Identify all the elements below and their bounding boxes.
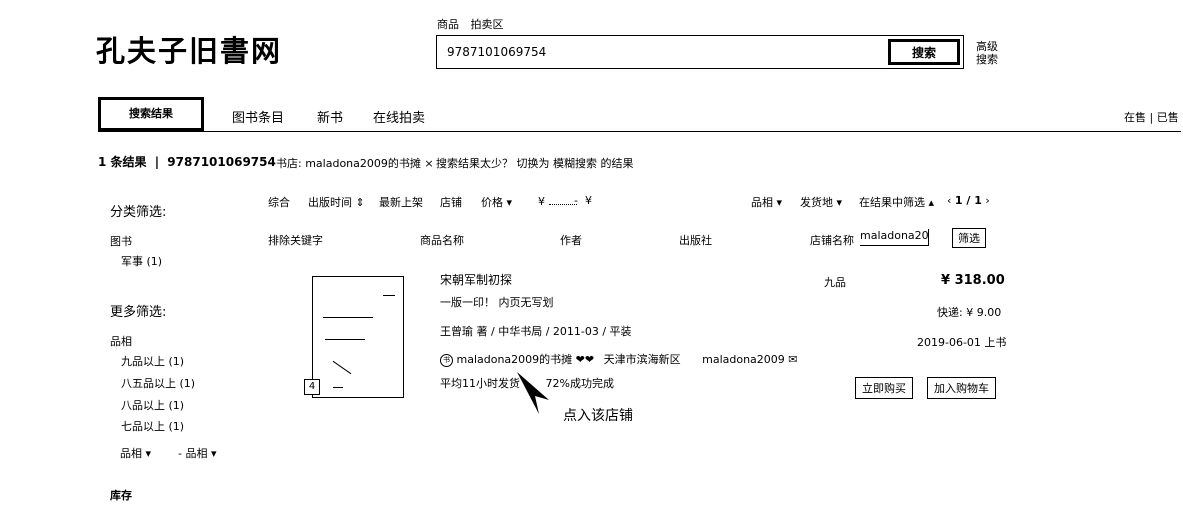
category-filter-title: 分类筛选: bbox=[110, 205, 167, 220]
result-query: 9787101069754 bbox=[167, 155, 276, 169]
book-thumbnail[interactable] bbox=[312, 276, 404, 398]
filter-within-results[interactable]: 在结果中筛选 ▴ bbox=[859, 194, 934, 210]
store-name-input[interactable]: maladona200 bbox=[860, 229, 929, 246]
hint-text: 搜索结果太少？ 切换为 bbox=[436, 157, 550, 170]
tab-goods[interactable]: 商品 bbox=[437, 18, 459, 31]
filter-quality-dropdown[interactable]: 品相 ▾ bbox=[751, 194, 782, 210]
sort-price[interactable]: 价格 ▾ bbox=[481, 194, 512, 210]
price-max-input[interactable]: ¥ bbox=[585, 194, 592, 207]
buy-now-button[interactable]: 立即购买 bbox=[855, 377, 913, 399]
quality-option-85[interactable]: 八五品以上 (1) bbox=[121, 375, 195, 391]
search-input[interactable] bbox=[445, 44, 869, 60]
book-grade: 九品 bbox=[824, 276, 846, 289]
site-logo[interactable]: 孔夫子旧書网 bbox=[96, 28, 282, 70]
store-filter-chip[interactable]: 书店: maladona2009的书摊 × bbox=[276, 155, 434, 171]
nav-book-catalog[interactable]: 图书条目 bbox=[232, 107, 284, 126]
category-military[interactable]: 军事 (1) bbox=[121, 253, 162, 269]
stock-label: 库存 bbox=[110, 489, 132, 502]
seller-name-link[interactable]: maladona2009 bbox=[702, 353, 785, 366]
message-icon[interactable]: ✉ bbox=[788, 353, 797, 366]
price-dash: - bbox=[574, 194, 578, 207]
sort-newest[interactable]: 最新上架 bbox=[379, 194, 423, 210]
filter-button[interactable]: 筛选 bbox=[952, 228, 986, 248]
annotation-text: 点入该店铺 bbox=[563, 408, 633, 424]
book-description: 一版一印！ 内页无写划 bbox=[440, 296, 554, 309]
add-to-cart-button[interactable]: 加入购物车 bbox=[927, 377, 996, 399]
advanced-search-link[interactable]: 高级搜索 bbox=[976, 40, 1002, 66]
result-count: 1 条结果 bbox=[98, 155, 147, 169]
quality-option-7[interactable]: 七品以上 (1) bbox=[121, 418, 184, 434]
quality-range-to[interactable]: - 品相 ▾ bbox=[178, 445, 217, 461]
sort-pub-date[interactable]: 出版时间 ⇕ bbox=[308, 194, 365, 210]
search-box: 搜索 bbox=[436, 35, 964, 69]
publisher-label[interactable]: 出版社 bbox=[679, 232, 712, 248]
avg-ship-time: 平均11小时发货 bbox=[440, 377, 520, 390]
quality-option-8[interactable]: 八品以上 (1) bbox=[121, 397, 184, 413]
author-label[interactable]: 作者 bbox=[560, 232, 582, 248]
sale-status-toggle[interactable]: 在售 | 已售 bbox=[1124, 109, 1179, 125]
store-name-label: 店铺名称 bbox=[810, 234, 854, 247]
nav-divider bbox=[98, 131, 1181, 132]
exclude-keyword-label[interactable]: 排除关键字 bbox=[268, 232, 323, 248]
fuzzy-search-link[interactable]: 模糊搜索 bbox=[553, 157, 597, 170]
category-books[interactable]: 图书 bbox=[110, 233, 132, 249]
search-tabs: 商品 拍卖区 bbox=[437, 16, 512, 32]
annotation-arrow-icon bbox=[517, 372, 549, 414]
filter-origin-dropdown[interactable]: 发货地 ▾ bbox=[800, 194, 842, 210]
image-count-badge: 4 bbox=[304, 379, 320, 395]
result-hint: 搜索结果太少？ 切换为 模糊搜索 的结果 bbox=[436, 155, 634, 171]
sort-default[interactable]: 综合 bbox=[268, 194, 290, 210]
sort-store[interactable]: 店铺 bbox=[440, 194, 462, 210]
pagination[interactable]: ‹ 1 / 1 › bbox=[947, 194, 990, 207]
book-price: ¥ 318.00 bbox=[941, 273, 1005, 288]
store-name-link[interactable]: maladona2009的书摊 bbox=[457, 353, 573, 366]
nav-new-books[interactable]: 新书 bbox=[317, 107, 343, 126]
search-button[interactable]: 搜索 bbox=[888, 39, 960, 65]
quality-range-from[interactable]: 品相 ▾ bbox=[120, 445, 151, 461]
store-badge-icon: 书 bbox=[440, 353, 453, 367]
tab-auction[interactable]: 拍卖区 bbox=[471, 18, 504, 31]
store-info: 书 maladona2009的书摊 ❤❤ 天津市滨海新区 maladona200… bbox=[440, 351, 798, 367]
quality-label: 品相 bbox=[110, 335, 132, 348]
store-location: 天津市滨海新区 bbox=[603, 353, 681, 366]
results-summary: 1 条结果 | 9787101069754 bbox=[98, 155, 276, 169]
price-min-input[interactable]: ¥ bbox=[538, 194, 577, 208]
success-rate: 72%成功完成 bbox=[545, 377, 614, 390]
heart-icon: ❤❤ bbox=[575, 353, 595, 366]
book-title-link[interactable]: 宋朝军制初探 bbox=[440, 271, 512, 288]
search-results-button[interactable]: 搜索结果 bbox=[98, 97, 204, 131]
book-meta: 王曾瑜 著 / 中华书局 / 2011-03 / 平装 bbox=[440, 325, 632, 338]
nav-online-auction[interactable]: 在线拍卖 bbox=[373, 107, 425, 126]
title-label[interactable]: 商品名称 bbox=[420, 232, 464, 248]
quality-option-9[interactable]: 九品以上 (1) bbox=[121, 353, 184, 369]
shipping-fee: 快递: ¥ 9.00 bbox=[937, 306, 1002, 319]
hint-tail: 的结果 bbox=[600, 157, 634, 170]
more-filter-title: 更多筛选: bbox=[110, 305, 167, 320]
listing-date: 2019-06-01 上书 bbox=[917, 336, 1007, 349]
